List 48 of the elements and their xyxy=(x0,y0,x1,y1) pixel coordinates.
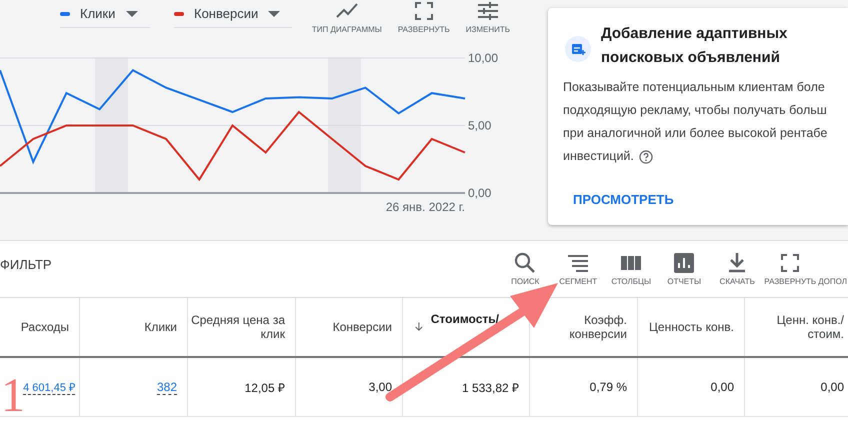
table-cell: 0,00 xyxy=(710,380,734,394)
table-cell: 3,00 xyxy=(368,380,392,394)
y-tick-label: 10,00 xyxy=(468,51,498,65)
table-link[interactable]: 4 601,45 ₽ xyxy=(23,379,75,395)
bar-chart-icon xyxy=(673,252,696,274)
search-icon xyxy=(514,252,536,274)
view-button[interactable]: ПРОСМОТРЕТЬ xyxy=(565,186,682,213)
table-tool-button[interactable]: СКАЧАТЬ xyxy=(712,252,762,286)
y-tick-label: 5,00 xyxy=(468,118,492,132)
table-tool-button[interactable]: СТОЛБЦЫ xyxy=(606,252,656,286)
table-tool-button[interactable]: РАЗВЕРНУТЬ xyxy=(765,252,816,286)
chart-tool-button[interactable]: ТИП ДИАГРАММЫ xyxy=(308,0,386,36)
table-cell-text: 1 533,82 ₽ xyxy=(462,380,519,396)
sliders-icon xyxy=(478,2,498,20)
y-tick-label: 0,00 xyxy=(468,186,492,200)
column-header[interactable]: Клики xyxy=(80,298,188,356)
card-text-line: Показывайте потенциальным клиентам боле xyxy=(563,79,825,96)
column-header[interactable]: Ценность конв. xyxy=(638,298,745,356)
caret-icon xyxy=(268,10,280,16)
table-tool-button[interactable]: СЕГМЕНТ xyxy=(553,252,604,286)
chart-tool-button[interactable]: ИЗМЕНИТЬ xyxy=(462,0,514,36)
chart-tool-button[interactable]: РАЗВЕРНУТЬ xyxy=(394,0,454,36)
metric-dropdown[interactable]: Конверсии xyxy=(174,0,292,28)
fullscreen-icon xyxy=(779,252,802,274)
table-cell: 0,00 xyxy=(820,380,844,394)
table-cell-text: 12,05 ₽ xyxy=(244,380,285,396)
filter-button[interactable]: ФИЛЬТР xyxy=(0,256,56,272)
column-header[interactable]: Расходы xyxy=(0,298,80,356)
column-header[interactable]: Средняя цена за клик xyxy=(188,298,296,356)
card-text-line: подходящую рекламу, чтобы получать больш xyxy=(563,102,827,119)
ad-add-icon xyxy=(565,36,591,62)
table-tool-button[interactable]: ДОПОЛ xyxy=(818,252,847,286)
caret-icon xyxy=(126,10,138,16)
table-tool-button[interactable]: ПОИСК xyxy=(500,252,550,286)
card-text-line: инвестиций. xyxy=(563,148,634,165)
table-cell: 0,79 % xyxy=(590,380,627,394)
date-label: 26 янв. 2022 г. xyxy=(386,200,465,214)
table-tool-button[interactable]: ОТЧЕТЫ xyxy=(659,252,710,286)
metric-dropdown[interactable]: Клики xyxy=(60,0,150,28)
help-icon[interactable] xyxy=(638,150,653,164)
fullscreen-icon xyxy=(414,2,433,20)
card-title: Добавление адаптивных поисковых объявлений xyxy=(601,24,788,68)
card-text-line: при аналогичной или более высокой рентабе xyxy=(563,125,828,142)
column-header[interactable]: Ценн. конв./ стоим. xyxy=(745,298,848,356)
column-header[interactable]: Конверсии xyxy=(296,298,403,356)
table-link[interactable]: 382 xyxy=(156,380,177,394)
segment-lines-icon xyxy=(567,252,590,274)
line-chart-icon xyxy=(334,2,359,20)
